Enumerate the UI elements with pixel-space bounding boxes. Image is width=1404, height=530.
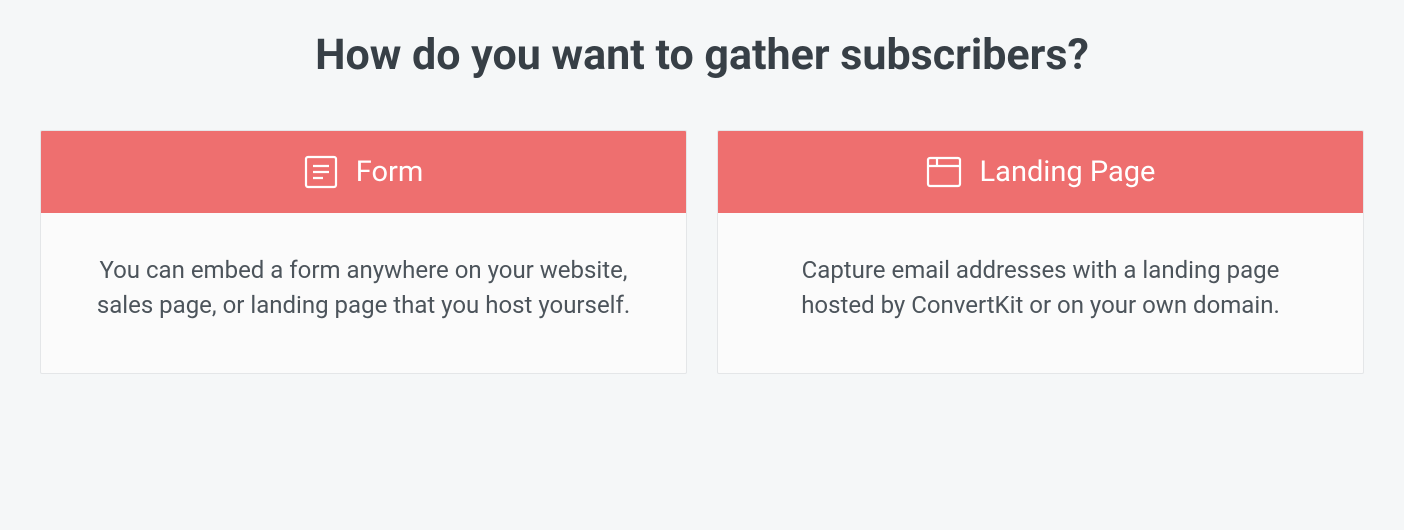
option-card-form-header: Form [41, 131, 686, 213]
option-card-landing-page-body: Capture email addresses with a landing p… [718, 213, 1363, 373]
option-card-landing-page-description: Capture email addresses with a landing p… [768, 253, 1313, 323]
option-cards: Form You can embed a form anywhere on yo… [40, 130, 1364, 374]
option-card-landing-page[interactable]: Landing Page Capture email addresses wit… [717, 130, 1364, 374]
option-card-landing-page-header: Landing Page [718, 131, 1363, 213]
browser-window-icon [926, 156, 962, 188]
option-card-form-body: You can embed a form anywhere on your we… [41, 213, 686, 373]
option-card-form-description: You can embed a form anywhere on your we… [91, 253, 636, 323]
page-heading: How do you want to gather subscribers? [40, 30, 1364, 80]
form-icon [304, 155, 338, 189]
option-card-form-title: Form [356, 155, 424, 189]
option-card-form[interactable]: Form You can embed a form anywhere on yo… [40, 130, 687, 374]
option-card-landing-page-title: Landing Page [980, 155, 1156, 189]
